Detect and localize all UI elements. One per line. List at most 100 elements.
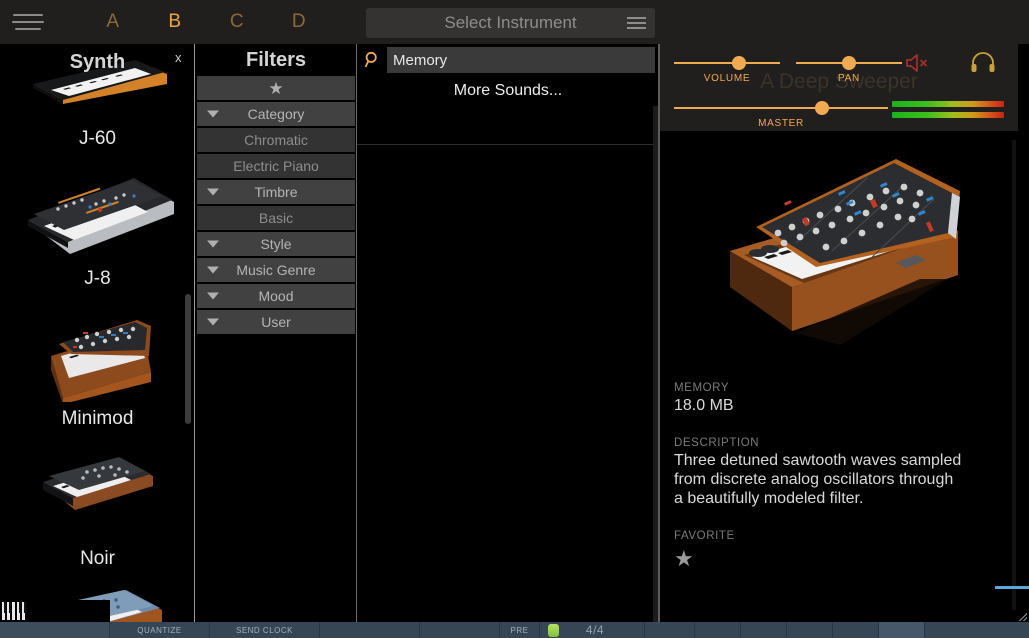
empty-cell-5[interactable] — [695, 622, 741, 638]
synth-list-scrollbar[interactable] — [185, 294, 191, 424]
empty-cell-3[interactable] — [623, 622, 645, 638]
list-menu-icon[interactable] — [627, 17, 646, 29]
chevron-down-icon — [207, 188, 219, 196]
favorite-key: FAVORITE — [674, 530, 735, 542]
meter-right — [892, 112, 1004, 118]
filter-label: Mood — [258, 288, 294, 304]
speaker-mute-icon[interactable] — [900, 48, 934, 78]
patch-slot-d[interactable]: D — [268, 11, 330, 33]
detail-panel-scrollbar[interactable] — [1012, 140, 1016, 610]
filter-value-chromatic[interactable]: Chromatic — [197, 128, 355, 152]
description-key: DESCRIPTION — [674, 437, 760, 449]
empty-cell-2[interactable] — [420, 622, 500, 638]
filters-column: Filters ★ Category Chromatic Electric Pi… — [195, 44, 357, 638]
filter-group-music-genre[interactable]: Music Genre — [197, 258, 355, 282]
synth-column-title: Synth — [69, 51, 126, 73]
chevron-down-icon — [207, 318, 219, 326]
results-separator — [357, 144, 659, 145]
volume-slider[interactable] — [674, 56, 780, 70]
filter-label: Basic — [258, 210, 294, 226]
empty-cell-9[interactable] — [879, 622, 925, 638]
volume-slider-knob[interactable] — [731, 56, 746, 70]
synth-list: J-60 J-8 Minimod Noir — [0, 44, 195, 638]
mixer-zone: A Deep Sweeper VOLUME PAN MASTER — [660, 0, 1018, 131]
filter-group-timbre[interactable]: Timbre — [197, 180, 355, 204]
filter-value-electric-piano[interactable]: Electric Piano — [197, 154, 355, 178]
search-magnifier-icon[interactable] — [359, 47, 387, 73]
synth-name: J-8 — [84, 268, 111, 289]
memory-block: MEMORY 18.0 MB — [674, 382, 1004, 415]
host-status-bar: QUANTIZE SEND CLOCK PRE 4/4 — [0, 622, 1029, 638]
tempo-led-indicator — [548, 623, 559, 637]
empty-cell-8[interactable] — [833, 622, 879, 638]
synth-name: Noir — [80, 548, 115, 569]
synth-browser-column: Synth J-60 J-8 Minimod Noir — [0, 44, 195, 638]
plugin-window: A B C D Select Instrument Synth J-60 J-8… — [0, 0, 1029, 638]
synth-list-item-j8[interactable]: J-8 — [0, 156, 195, 296]
hamburger-menu-icon[interactable] — [0, 0, 56, 44]
filter-group-user[interactable]: User — [197, 310, 355, 334]
noir-thumbnail — [42, 457, 153, 510]
time-signature[interactable]: 4/4 — [567, 622, 623, 638]
send-clock-button[interactable]: SEND CLOCK — [210, 622, 320, 638]
search-input[interactable] — [387, 47, 655, 73]
select-instrument-label: Select Instrument — [444, 13, 577, 32]
filter-label: User — [261, 314, 291, 330]
filter-label: Style — [260, 236, 292, 252]
synth-name: J-60 — [79, 128, 116, 149]
chevron-down-icon — [207, 266, 219, 274]
pre-label[interactable]: PRE — [500, 622, 540, 638]
pan-label: PAN — [838, 73, 860, 84]
chevron-down-icon — [207, 110, 219, 118]
instrument-detail-panel: A Deep Sweeper VOLUME PAN MASTER MEMORY … — [660, 0, 1018, 630]
empty-cell-6[interactable] — [741, 622, 787, 638]
host-art-cell — [0, 622, 110, 638]
host-background-artwork — [0, 600, 110, 622]
empty-cell-4[interactable] — [645, 622, 695, 638]
memory-value: 18.0 MB — [674, 397, 734, 414]
filter-group-style[interactable]: Style — [197, 232, 355, 256]
synth-name: Minimod — [61, 408, 134, 429]
pan-slider-knob[interactable] — [842, 56, 856, 70]
chevron-down-icon — [207, 292, 219, 300]
favorite-star-icon[interactable]: ★ — [674, 548, 694, 570]
empty-cell-1[interactable] — [320, 622, 420, 638]
pan-slider[interactable] — [796, 56, 902, 70]
master-label: MASTER — [758, 118, 804, 129]
meter-left — [892, 101, 1004, 107]
filter-row-favorites[interactable]: ★ — [197, 76, 355, 100]
empty-cell-7[interactable] — [787, 622, 833, 638]
host-accent-line — [995, 586, 1029, 589]
filter-group-category[interactable]: Category — [197, 102, 355, 126]
master-slider-knob[interactable] — [814, 101, 829, 115]
favorite-block: FAVORITE ★ — [674, 530, 1004, 571]
search-row — [359, 46, 655, 74]
memory-key: MEMORY — [674, 382, 730, 394]
master-slider[interactable] — [674, 101, 888, 115]
results-column: More Sounds... — [357, 44, 659, 638]
description-block: DESCRIPTION Three detuned sawtooth waves… — [674, 437, 1004, 508]
patch-slot-c[interactable]: C — [206, 11, 268, 33]
patch-slot-b[interactable]: B — [144, 11, 206, 33]
patch-slot-a[interactable]: A — [82, 11, 144, 33]
headphones-icon[interactable] — [966, 48, 1000, 78]
select-instrument-button[interactable]: Select Instrument — [366, 8, 655, 38]
minimod-thumbnail — [50, 320, 151, 402]
instrument-info: MEMORY 18.0 MB DESCRIPTION Three detuned… — [674, 382, 1004, 593]
j8-thumbnail — [27, 178, 174, 254]
window-resize-grip[interactable] — [1009, 603, 1027, 621]
patch-slot-tabs: A B C D — [82, 11, 330, 33]
quantize-button[interactable]: QUANTIZE — [110, 622, 210, 638]
filter-value-basic[interactable]: Basic — [197, 206, 355, 230]
synth-list-item-noir[interactable]: Noir — [0, 436, 195, 576]
minimod-synthesizer-artwork — [660, 131, 1018, 376]
close-browser-button[interactable]: x — [175, 50, 182, 65]
filter-label: Chromatic — [244, 132, 308, 148]
synth-list-item-minimod[interactable]: Minimod — [0, 296, 195, 436]
chevron-down-icon — [207, 240, 219, 248]
more-sounds-button[interactable]: More Sounds... — [357, 77, 659, 105]
filter-group-mood[interactable]: Mood — [197, 284, 355, 308]
filter-label: Electric Piano — [233, 158, 319, 174]
filter-label: Category — [247, 106, 305, 122]
star-icon: ★ — [268, 78, 284, 98]
